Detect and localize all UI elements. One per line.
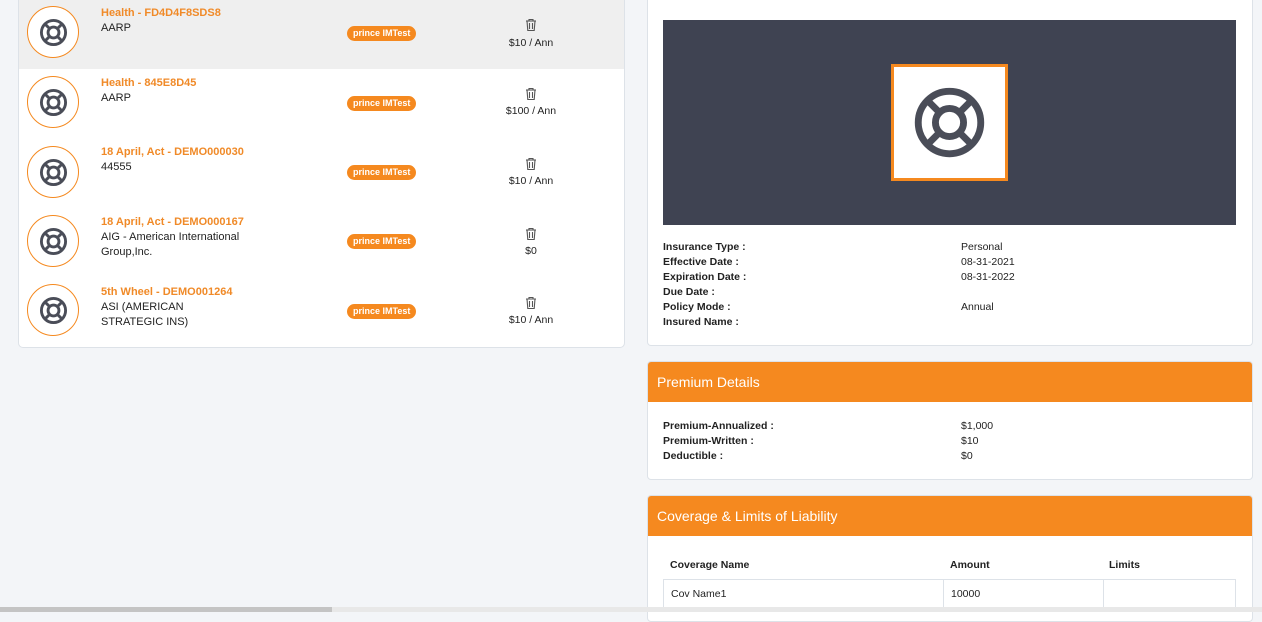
carrier-line: ASI (AMERICAN: [101, 301, 184, 313]
scrollbar-thumb[interactable]: [0, 607, 332, 612]
table-row: Cov Name1 10000: [663, 579, 1236, 608]
trash-icon[interactable]: [524, 87, 538, 101]
premium-amount: $10 / Ann: [508, 37, 554, 49]
carrier-name: AARP: [101, 91, 131, 106]
insured-name-label: Insured Name :: [663, 316, 739, 328]
policy-mode-label: Policy Mode :: [663, 301, 731, 313]
policy-banner: [663, 20, 1236, 225]
effective-date-label: Effective Date :: [663, 256, 739, 268]
expiration-date-value: 08-31-2022: [961, 271, 1015, 283]
policy-title[interactable]: Health - FD4D4F8SDS8: [101, 7, 221, 19]
policy-title[interactable]: Health - 845E8D45: [101, 77, 196, 89]
coverage-panel: Coverage & Limits of Liability Coverage …: [647, 495, 1253, 622]
premium-annualized-label: Premium-Annualized :: [663, 420, 774, 432]
trash-icon[interactable]: [524, 296, 538, 310]
premium-written-value: $10: [961, 435, 979, 447]
amount-cell: 10000: [943, 579, 1104, 608]
trash-icon[interactable]: [524, 157, 538, 171]
life-ring-icon: [27, 146, 79, 198]
agent-badge: prince IMTest: [347, 26, 417, 41]
carrier-line: 44555: [101, 161, 132, 173]
effective-date-value: 08-31-2021: [961, 256, 1015, 268]
agent-badge: prince IMTest: [347, 96, 417, 111]
policy-list: Health - FD4D4F8SDS8 AARP prince IMTest …: [18, 0, 625, 348]
premium-details-panel: Premium Details Premium-Annualized : $1,…: [647, 361, 1253, 480]
carrier-line: Group,Inc.: [101, 246, 153, 258]
carrier-line: STRATEGIC INS): [101, 316, 189, 328]
column-header-coverage-name: Coverage Name: [670, 559, 750, 571]
policy-detail-card: Insurance Type : Personal Effective Date…: [647, 0, 1253, 346]
trash-icon[interactable]: [524, 227, 538, 241]
limits-cell: [1103, 579, 1236, 608]
coverage-table: Cov Name1 10000: [663, 579, 1236, 608]
carrier-name: AARP: [101, 21, 131, 36]
insurance-type-label: Insurance Type :: [663, 241, 746, 253]
policy-title[interactable]: 5th Wheel - DEMO001264: [101, 286, 232, 298]
premium-written-label: Premium-Written :: [663, 435, 754, 447]
premium-amount: $0: [525, 245, 537, 257]
premium-amount: $100 / Ann: [505, 105, 557, 117]
agent-badge: prince IMTest: [347, 165, 417, 180]
carrier-line: AIG - American International: [101, 231, 240, 243]
policy-title[interactable]: 18 April, Act - DEMO000030: [101, 146, 244, 158]
life-ring-icon: [914, 87, 985, 158]
carrier-name: ASI (AMERICAN STRATEGIC INS): [101, 300, 188, 330]
trash-icon[interactable]: [524, 18, 538, 32]
carrier-name: 44555: [101, 160, 132, 175]
expiration-date-label: Expiration Date :: [663, 271, 747, 283]
life-ring-icon: [27, 76, 79, 128]
column-header-amount: Amount: [950, 559, 990, 571]
carrier-line: AARP: [101, 22, 131, 34]
carrier-line: AARP: [101, 92, 131, 104]
column-header-limits: Limits: [1109, 559, 1140, 571]
policy-image: [891, 64, 1008, 181]
premium-amount: $10 / Ann: [508, 314, 554, 326]
life-ring-icon: [27, 215, 79, 267]
premium-amount: $10 / Ann: [508, 175, 554, 187]
agent-badge: prince IMTest: [347, 234, 417, 249]
policy-list-item[interactable]: 18 April, Act - DEMO000167 AIG - America…: [19, 207, 624, 276]
carrier-name: AIG - American International Group,Inc.: [101, 230, 239, 260]
agent-badge: prince IMTest: [347, 304, 417, 319]
insurance-type-value: Personal: [961, 241, 1003, 253]
premium-annualized-value: $1,000: [961, 420, 994, 432]
life-ring-icon: [27, 6, 79, 58]
deductible-value: $0: [961, 450, 973, 462]
policy-list-item[interactable]: 18 April, Act - DEMO000030 44555 prince …: [19, 138, 624, 207]
policy-list-item[interactable]: Health - 845E8D45 AARP prince IMTest $10…: [19, 69, 624, 138]
panel-title: Coverage & Limits of Liability: [648, 496, 1252, 536]
policy-list-item[interactable]: Health - FD4D4F8SDS8 AARP prince IMTest …: [19, 0, 624, 69]
policy-title[interactable]: 18 April, Act - DEMO000167: [101, 216, 244, 228]
life-ring-icon: [27, 284, 79, 336]
deductible-label: Deductible :: [663, 450, 724, 462]
coverage-name-cell: Cov Name1: [663, 579, 944, 608]
policy-list-item[interactable]: 5th Wheel - DEMO001264 ASI (AMERICAN STR…: [19, 277, 624, 346]
policy-mode-value: Annual: [961, 301, 994, 313]
panel-title: Premium Details: [648, 362, 1252, 402]
due-date-label: Due Date :: [663, 286, 715, 298]
